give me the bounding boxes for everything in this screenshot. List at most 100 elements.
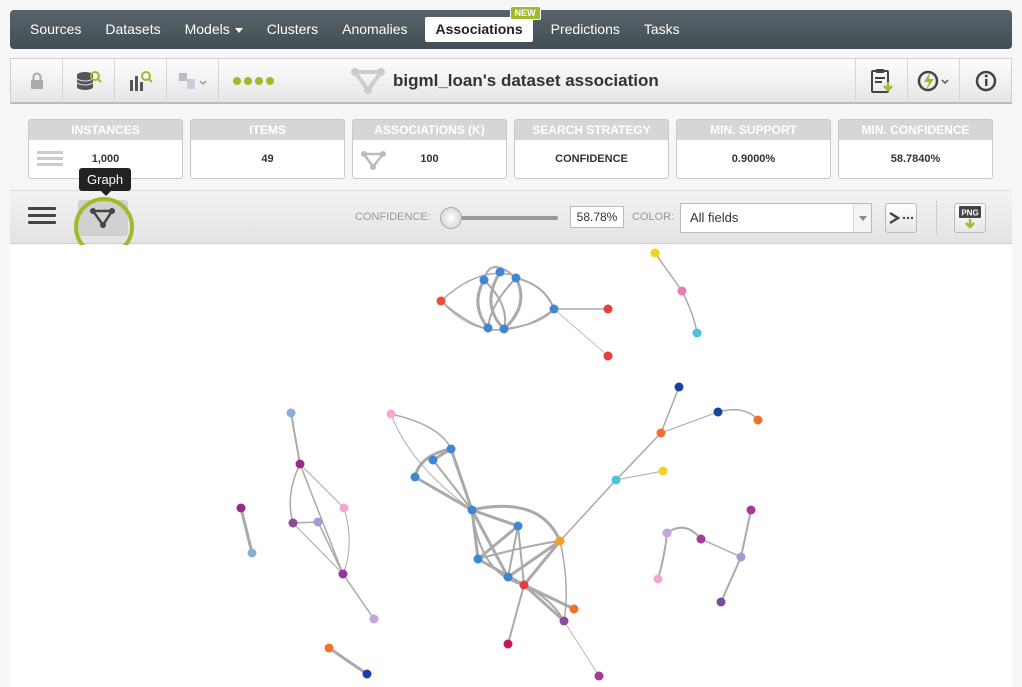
info-button[interactable] — [959, 59, 1011, 103]
nav-tasks[interactable]: Tasks — [632, 17, 692, 42]
graph-node[interactable] — [658, 466, 668, 476]
graph-node[interactable] — [324, 643, 334, 653]
lines-icon — [37, 151, 63, 166]
new-badge: NEW — [509, 6, 541, 20]
graph-node[interactable] — [428, 455, 438, 465]
lock-button[interactable] — [11, 58, 63, 103]
graph-node[interactable] — [410, 472, 420, 482]
graph-node[interactable] — [339, 503, 349, 513]
graph-edge — [317, 521, 344, 575]
slider-knob[interactable] — [440, 207, 462, 229]
nav-models[interactable]: Models — [173, 17, 255, 42]
graph-node[interactable] — [736, 552, 746, 562]
summary-cards: INSTANCES 1,000 ITEMS 49 ASSOCIATIONS (K… — [28, 119, 993, 179]
graph-node[interactable] — [603, 351, 613, 361]
more-actions-dots[interactable] — [219, 76, 274, 85]
graph-edge — [559, 540, 567, 622]
separator — [936, 201, 937, 235]
card-header: SEARCH STRATEGY — [515, 120, 668, 140]
graph-node[interactable] — [511, 273, 521, 283]
graph-node[interactable] — [499, 324, 509, 334]
card-header: MIN. CONFIDENCE — [839, 120, 992, 140]
graph-edge — [553, 308, 609, 357]
dataset-button[interactable] — [63, 58, 115, 103]
graph-tooltip: Graph — [79, 168, 132, 196]
download-report-button[interactable] — [855, 59, 907, 103]
graph-node[interactable] — [713, 407, 723, 417]
nav-sources[interactable]: Sources — [18, 17, 93, 42]
graph-node[interactable] — [677, 286, 687, 296]
graph-edge — [390, 413, 452, 450]
transform-button[interactable] — [167, 58, 219, 103]
graph-node[interactable] — [559, 616, 569, 626]
graph-node[interactable] — [473, 554, 483, 564]
model-button[interactable] — [115, 58, 167, 103]
graph-node[interactable] — [503, 639, 513, 649]
menu-bar — [28, 207, 56, 210]
graph-node[interactable] — [662, 528, 672, 538]
graph-node[interactable] — [386, 409, 396, 419]
graph-canvas[interactable] — [10, 245, 1012, 687]
graph-node[interactable] — [555, 536, 565, 546]
caret-down-icon — [234, 27, 243, 33]
nav-datasets[interactable]: Datasets — [93, 17, 172, 42]
confidence-slider[interactable] — [440, 207, 560, 229]
graph-node[interactable] — [513, 521, 523, 531]
graph-nodes — [236, 248, 763, 681]
graph-node[interactable] — [611, 475, 621, 485]
graph-node[interactable] — [656, 428, 666, 438]
svg-text:PNG: PNG — [961, 209, 978, 218]
nav-clusters[interactable]: Clusters — [255, 17, 330, 42]
graph-node[interactable] — [753, 415, 763, 425]
graph-node[interactable] — [313, 517, 323, 527]
graph-node[interactable] — [549, 304, 559, 314]
nav-label: Sources — [30, 21, 82, 37]
graph-node[interactable] — [696, 534, 706, 544]
graph-node[interactable] — [286, 408, 296, 418]
list-view-button[interactable] — [28, 207, 56, 229]
chevron-down-icon — [853, 204, 871, 232]
graph-edge — [720, 556, 742, 603]
graph-node[interactable] — [236, 503, 246, 513]
graph-node[interactable] — [369, 614, 379, 624]
graph-node[interactable] — [338, 569, 348, 579]
graph-node[interactable] — [495, 267, 505, 277]
graph-node[interactable] — [519, 580, 529, 590]
export-png-button[interactable]: PNG — [954, 203, 986, 233]
graph-node[interactable] — [716, 597, 726, 607]
card-value: 58.7840% — [890, 153, 941, 165]
graph-node[interactable] — [746, 505, 756, 515]
graph-node[interactable] — [603, 304, 613, 314]
nav-anomalies[interactable]: Anomalies — [330, 17, 419, 42]
graph-node[interactable] — [362, 669, 372, 679]
graph-node[interactable] — [483, 323, 493, 333]
graph-node[interactable] — [503, 572, 513, 582]
graph-node[interactable] — [479, 275, 489, 285]
graph-node[interactable] — [295, 459, 305, 469]
color-select[interactable]: All fields — [680, 203, 872, 233]
graph-node[interactable] — [594, 671, 604, 681]
graph-node[interactable] — [436, 296, 446, 306]
graph-node[interactable] — [467, 505, 477, 515]
graph-node[interactable] — [650, 248, 660, 258]
graph-node[interactable] — [653, 574, 663, 584]
confidence-value-input[interactable]: 58.78% — [570, 206, 624, 228]
card-value-box: 49 — [191, 140, 344, 178]
graph-node[interactable] — [692, 328, 702, 338]
graph-edge — [563, 620, 600, 677]
filter-button[interactable] — [885, 203, 917, 233]
graph-node[interactable] — [446, 444, 456, 454]
graph-edge — [666, 526, 702, 540]
nav-associations[interactable]: Associations NEW — [425, 6, 541, 42]
database-search-icon — [76, 70, 102, 90]
graph-edge — [517, 525, 525, 586]
graph-node[interactable] — [247, 548, 257, 558]
nav-predictions[interactable]: Predictions — [539, 17, 632, 42]
graph-node[interactable] — [674, 382, 684, 392]
page-title: bigml_loan's dataset association — [351, 59, 659, 103]
actions-dropdown-button[interactable] — [907, 59, 959, 103]
card-value: 1,000 — [91, 153, 120, 165]
association-graph[interactable] — [10, 245, 1012, 687]
graph-node[interactable] — [288, 518, 298, 528]
graph-node[interactable] — [569, 604, 579, 614]
